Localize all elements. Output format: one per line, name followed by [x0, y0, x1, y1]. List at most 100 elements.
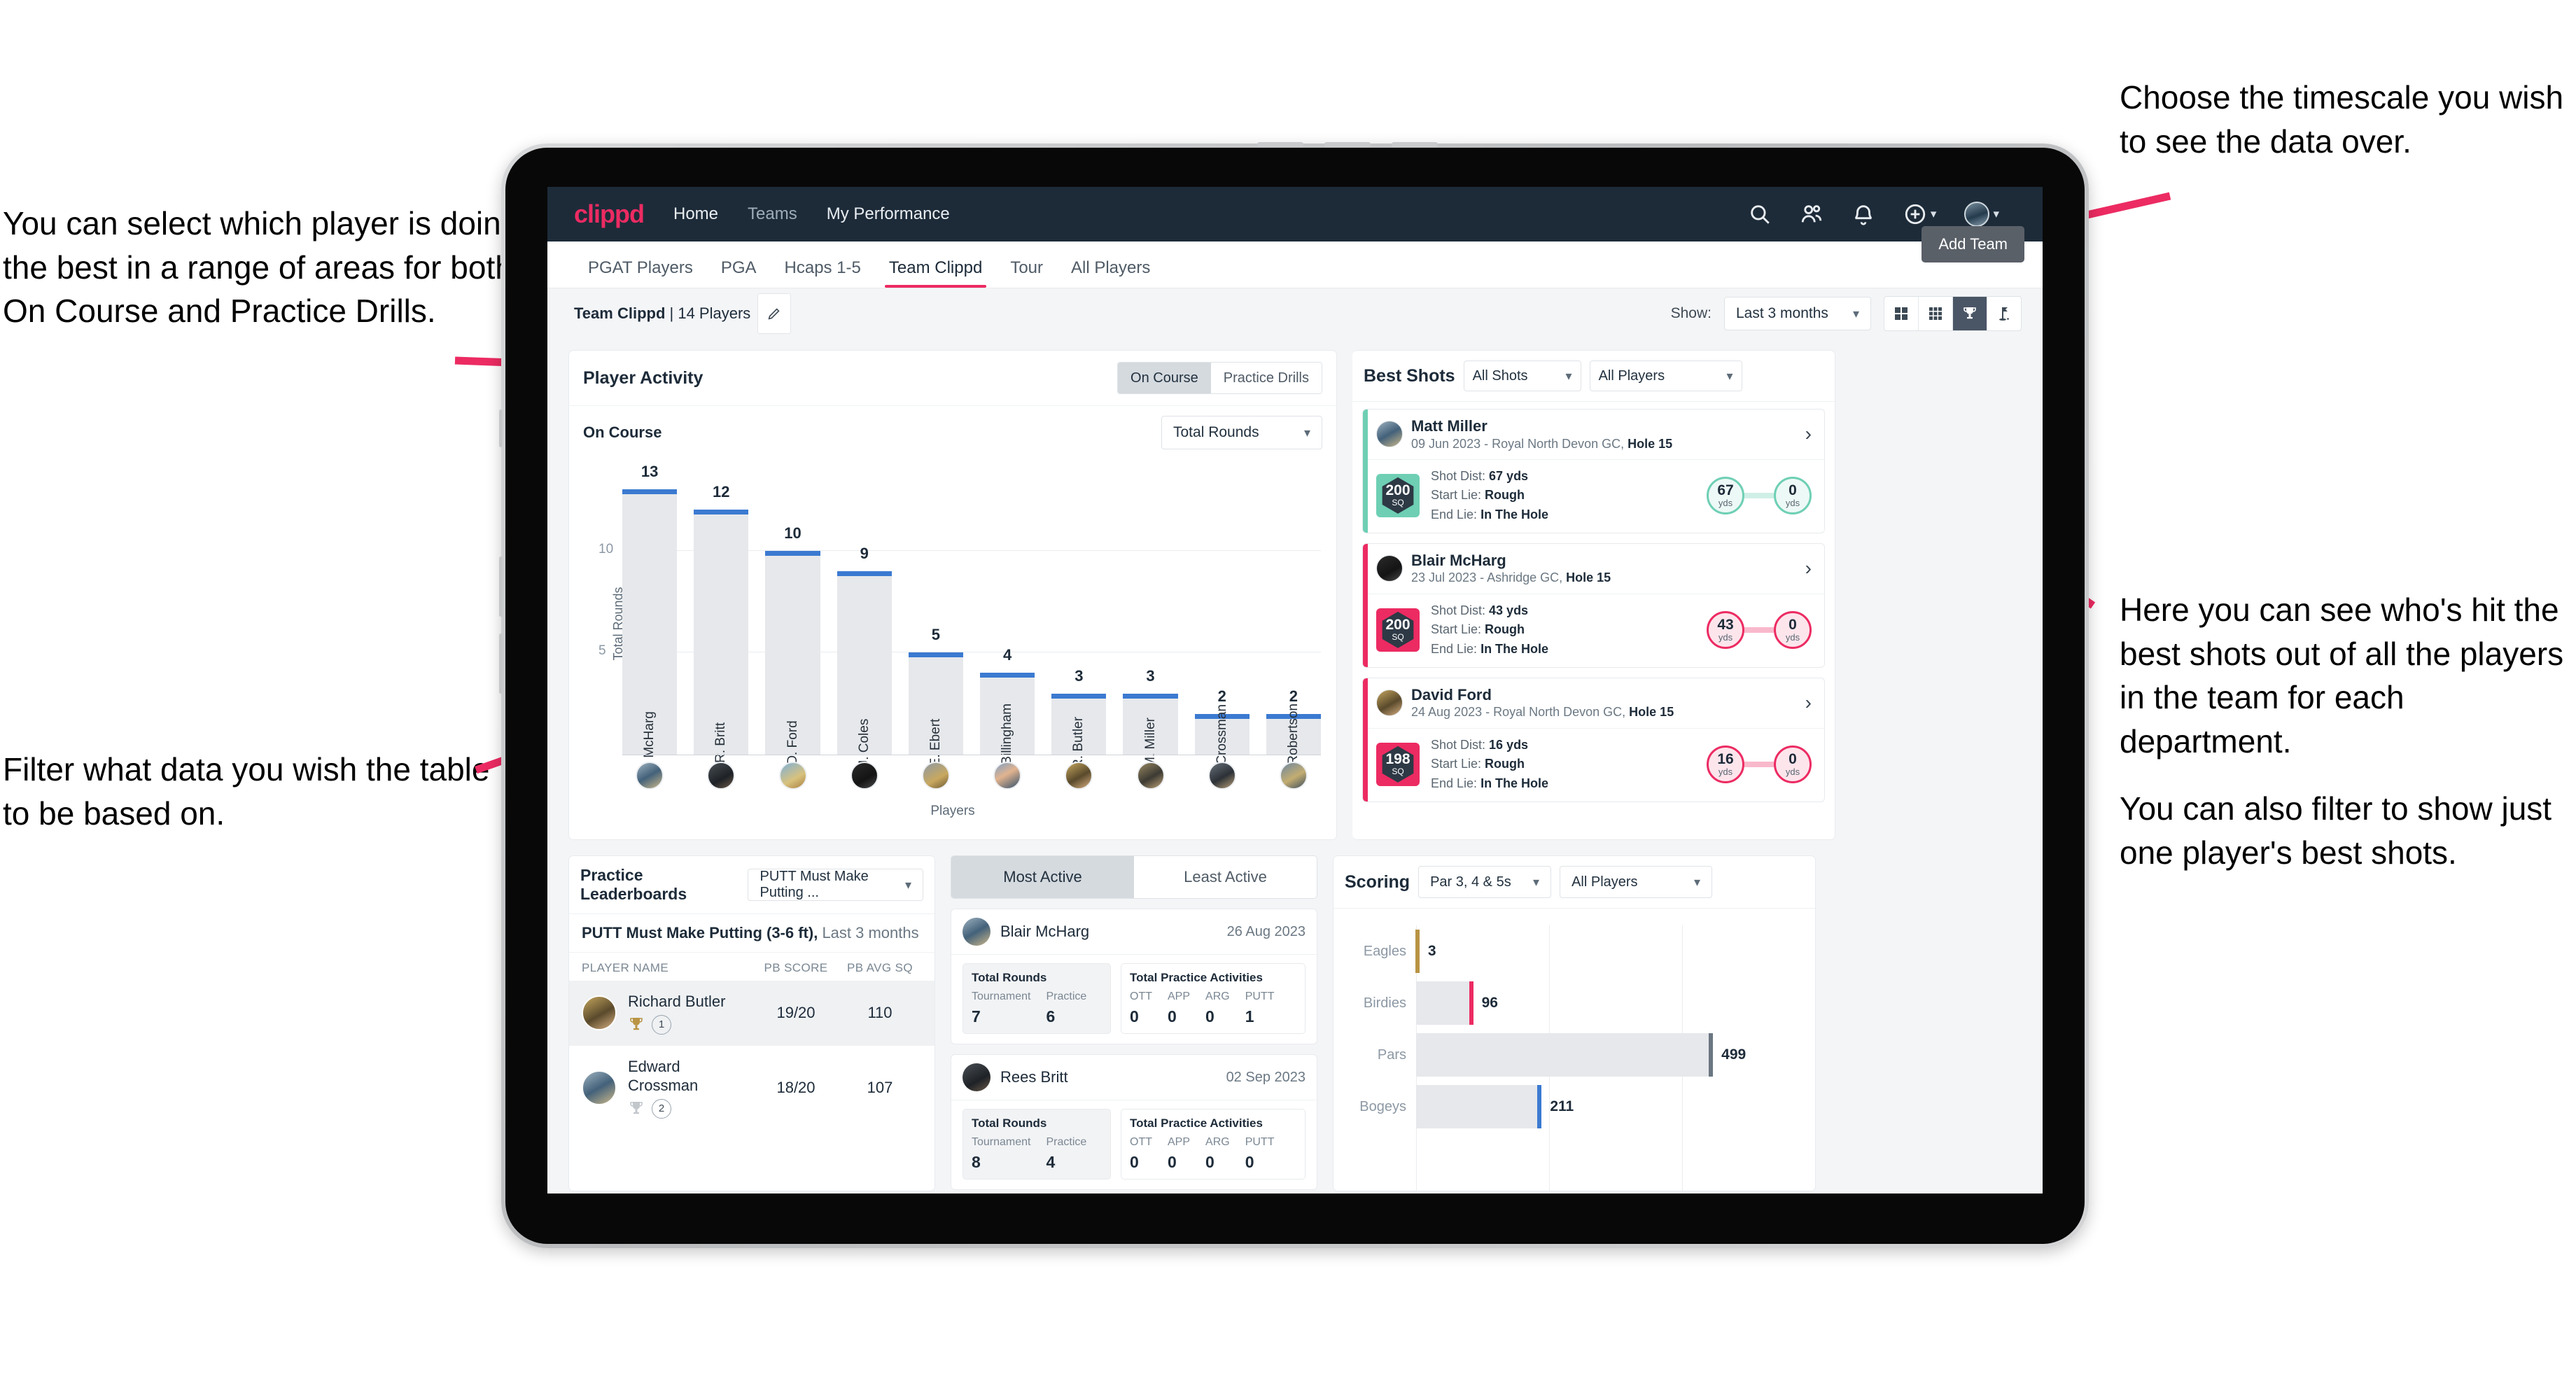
player-avatar[interactable]	[778, 762, 807, 790]
plus-circle-icon[interactable]	[1903, 202, 1927, 226]
player-avatar[interactable]	[850, 762, 878, 790]
scoring-value: 3	[1427, 943, 1436, 959]
activity-card: Most Active Least Active Blair McHarg 26…	[951, 855, 1317, 1191]
leaderboard-row[interactable]: Edward Crossman 2 18/20 107	[569, 1046, 934, 1130]
view-trophy-button[interactable]	[1953, 297, 1987, 330]
player-avatar[interactable]	[1279, 762, 1308, 790]
trophy-icon	[1963, 307, 1976, 319]
leaderboard-row[interactable]: Richard Butler 1 19/20 110	[569, 981, 934, 1046]
chart-bar-column[interactable]: 10 D. Ford	[765, 469, 820, 765]
scoring-row[interactable]: Birdies 96	[1352, 977, 1797, 1029]
activity-stat-key: APP	[1168, 1136, 1191, 1148]
scoring-row[interactable]: Bogeys 211	[1352, 1081, 1797, 1133]
bell-icon[interactable]	[1851, 202, 1875, 226]
avatar[interactable]	[1964, 202, 1990, 227]
view-golf-flag-button[interactable]	[1987, 297, 2021, 330]
best-shot-item[interactable]: David Ford 24 Aug 2023 - Royal North Dev…	[1362, 677, 1825, 802]
scoring-row[interactable]: Pars 499	[1352, 1029, 1797, 1081]
player-avatar[interactable]	[1065, 762, 1093, 790]
activity-stat: Tournament 7	[972, 990, 1031, 1026]
user-menu[interactable]: ▾	[1964, 202, 1999, 227]
timescale-select[interactable]: Last 3 months ▾	[1724, 297, 1871, 330]
leaderboard-rows: Richard Butler 1 19/20 110 Edward Crossm…	[569, 981, 934, 1130]
player-avatar[interactable]	[1376, 555, 1403, 582]
best-shots-shot-filter[interactable]: All Shots ▾	[1463, 360, 1581, 391]
player-avatar[interactable]	[1208, 762, 1236, 790]
chart-bar-column[interactable]: 5 E. Ebert	[908, 469, 964, 766]
scoring-row[interactable]: Eagles 3	[1352, 925, 1797, 977]
search-icon[interactable]	[1748, 202, 1772, 226]
activity-stat: PUTT 1	[1245, 990, 1275, 1026]
chart-bar-column[interactable]: 3 R. Butler	[1051, 469, 1107, 769]
tab-all-players[interactable]: All Players	[1057, 258, 1164, 288]
practice-leaderboards-subtitle: PUTT Must Make Putting (3-6 ft), Last 3 …	[569, 914, 934, 953]
best-shot-item[interactable]: Matt Miller 09 Jun 2023 - Royal North De…	[1362, 409, 1825, 533]
player-avatar[interactable]	[582, 995, 617, 1031]
player-avatar[interactable]	[636, 762, 664, 790]
tab-tour[interactable]: Tour	[996, 258, 1057, 288]
chart-bar-column[interactable]: 12 R. Britt	[694, 469, 749, 763]
player-avatar[interactable]	[962, 1063, 990, 1091]
clippd-logo[interactable]: clippd	[574, 200, 645, 229]
player-avatar[interactable]	[921, 762, 950, 790]
chart-bar-column[interactable]: 2 E. Crossman	[1194, 469, 1250, 781]
player-avatar[interactable]	[1376, 690, 1403, 717]
activity-stat: Practice 4	[1046, 1136, 1087, 1172]
activity-item[interactable]: Rees Britt 02 Sep 2023 Total Rounds Tour…	[951, 1054, 1317, 1190]
chevron-right-icon[interactable]: ›	[1805, 557, 1816, 580]
add-menu[interactable]: ▾	[1903, 202, 1936, 226]
scoring-bar[interactable]	[1416, 1085, 1542, 1128]
people-icon[interactable]	[1800, 202, 1823, 226]
annotation-top-left: You can select which player is doing the…	[3, 202, 521, 357]
scoring-bar[interactable]	[1416, 981, 1474, 1025]
nav-link-home[interactable]: Home	[673, 204, 718, 224]
tab-pgat-players[interactable]: PGAT Players	[574, 258, 707, 288]
chart-bar-column[interactable]: 3 M. Miller	[1123, 469, 1178, 768]
nav-link-teams[interactable]: Teams	[748, 204, 797, 224]
scoring-bar[interactable]	[1416, 1033, 1714, 1077]
team-name: Team Clippd	[574, 304, 666, 322]
player-avatar[interactable]	[962, 918, 990, 946]
scoring-bar[interactable]	[1415, 930, 1420, 973]
shot-from-value: 67	[1717, 482, 1734, 498]
drill-select[interactable]: PUTT Must Make Putting ... ▾	[748, 869, 923, 901]
chart-bar-column[interactable]: 4 D. Billingham	[980, 469, 1035, 782]
scoring-par-filter[interactable]: Par 3, 4 & 5s ▾	[1418, 866, 1552, 898]
chart-bar[interactable]	[694, 510, 749, 755]
view-grid-3x3-button[interactable]	[1919, 297, 1953, 330]
chart-bar-column[interactable]: 9 J. Coles	[836, 469, 892, 766]
chevron-right-icon[interactable]: ›	[1805, 692, 1816, 714]
activity-item[interactable]: Blair McHarg 26 Aug 2023 Total Rounds To…	[951, 909, 1317, 1044]
player-avatar[interactable]	[707, 762, 736, 790]
tab-pga[interactable]: PGA	[707, 258, 771, 288]
tab-most-active[interactable]: Most Active	[951, 856, 1134, 898]
scoring-player-filter[interactable]: All Players ▾	[1560, 866, 1713, 898]
add-team-button[interactable]: Add Team	[1921, 226, 2024, 262]
activity-mode-toggle: On Course Practice Drills	[1117, 362, 1322, 394]
shot-sq-tile: 200 SQ	[1376, 608, 1420, 652]
tab-hcaps-1-5[interactable]: Hcaps 1-5	[771, 258, 875, 288]
player-avatar[interactable]	[1376, 421, 1403, 448]
chart-bar-column[interactable]: 2 C. Robertson	[1266, 469, 1322, 782]
player-avatar[interactable]	[582, 1070, 617, 1105]
view-grid-2x2-button[interactable]	[1884, 297, 1919, 330]
activity-stat: OTT 0	[1130, 1136, 1152, 1172]
player-avatar[interactable]	[1136, 762, 1165, 790]
shot-meta: 24 Aug 2023 - Royal North Devon GC, Hole…	[1411, 705, 1674, 720]
shot-from-value: 16	[1717, 750, 1734, 767]
player-avatar[interactable]	[993, 762, 1022, 790]
chevron-right-icon[interactable]: ›	[1805, 423, 1816, 445]
shot-stat-lines: Shot Dist: 43 yds Start Lie: Rough End L…	[1431, 601, 1548, 659]
metric-select[interactable]: Total Rounds ▾	[1161, 416, 1322, 449]
tab-least-active[interactable]: Least Active	[1134, 856, 1317, 898]
chart-bar-column[interactable]: 13 B. McHarg	[622, 463, 678, 774]
nav-link-my-performance[interactable]: My Performance	[827, 204, 950, 224]
activity-stat-value: 0	[1168, 1153, 1177, 1171]
leaderboard-column-headers: PLAYER NAME PB SCORE PB AVG SQ	[569, 953, 934, 981]
best-shots-player-filter[interactable]: All Players ▾	[1589, 360, 1742, 391]
tab-team-clippd[interactable]: Team Clippd	[875, 258, 996, 288]
best-shot-item[interactable]: Blair McHarg 23 Jul 2023 - Ashridge GC, …	[1362, 542, 1825, 668]
edit-team-button[interactable]	[757, 293, 792, 334]
segment-practice-drills[interactable]: Practice Drills	[1210, 363, 1322, 393]
segment-on-course[interactable]: On Course	[1118, 363, 1211, 393]
